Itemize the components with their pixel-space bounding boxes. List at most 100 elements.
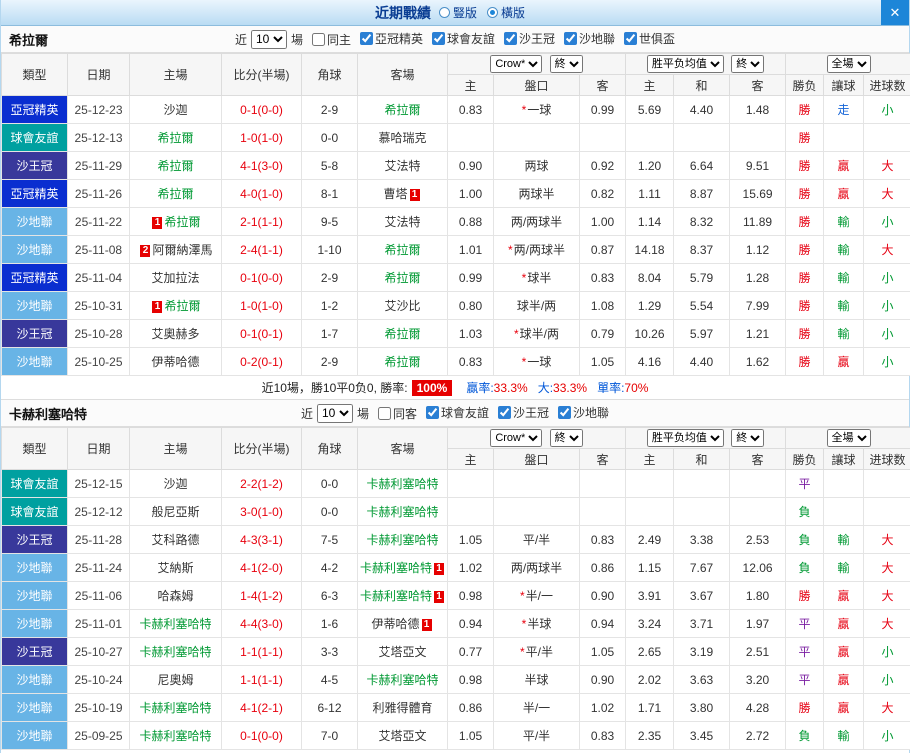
asia-period-select[interactable]: 終 xyxy=(550,55,583,73)
window-title: 近期戰績 xyxy=(375,3,431,23)
league-label: 球會友誼 xyxy=(441,404,489,421)
away-gives-star: * xyxy=(514,327,519,341)
league-type-badge: 沙地聯 xyxy=(2,610,68,638)
eu-away-odds xyxy=(730,498,786,526)
result-handicap: 輸 xyxy=(824,264,864,292)
result-overunder: 大 xyxy=(864,152,910,180)
league-filter-沙地聯[interactable]: 沙地聯 xyxy=(555,30,615,47)
league-filter-沙王冠[interactable]: 沙王冠 xyxy=(495,30,555,47)
same-venue-checkbox[interactable] xyxy=(378,407,391,420)
team-name: 希拉爾 xyxy=(164,215,200,229)
result-wdl: 勝 xyxy=(786,264,824,292)
home-team: 伊蒂哈德 xyxy=(130,348,222,376)
score: 2-2(1-2) xyxy=(222,470,302,498)
away-gives-star: * xyxy=(522,103,527,117)
eu-home-odds: 8.04 xyxy=(626,264,674,292)
team-name: 希拉爾 xyxy=(384,243,420,257)
league-checkbox[interactable] xyxy=(360,32,373,45)
team-name: 希拉爾 xyxy=(157,159,193,173)
eu-away-odds: 1.62 xyxy=(730,348,786,376)
team-name: 希拉爾 xyxy=(384,327,420,341)
league-filter-沙地聯[interactable]: 沙地聯 xyxy=(549,404,609,421)
ah-home-odds: 1.01 xyxy=(448,236,494,264)
league-filter-沙王冠[interactable]: 沙王冠 xyxy=(489,404,549,421)
ah-away-odds: 0.92 xyxy=(580,152,626,180)
league-checkbox[interactable] xyxy=(624,32,637,45)
team-name: 利雅得體育 xyxy=(372,701,432,715)
asia-period-select[interactable]: 終 xyxy=(550,429,583,447)
same-venue-filter-team2[interactable]: 同客 xyxy=(369,405,417,422)
games-label: 場 xyxy=(357,405,369,422)
rounds-select-team2[interactable]: 10 xyxy=(317,404,353,423)
ah-away-odds: 0.79 xyxy=(580,320,626,348)
radio-icon xyxy=(487,7,498,18)
euro-avg-select[interactable]: 胜平负均值 xyxy=(647,55,724,73)
league-filter-球會友誼[interactable]: 球會友誼 xyxy=(417,404,489,421)
league-filter-球會友誼[interactable]: 球會友誼 xyxy=(423,30,495,47)
ah-handicap: *半/一 xyxy=(494,582,580,610)
result-overunder: 小 xyxy=(864,264,910,292)
scope-select[interactable]: 全場 xyxy=(827,429,871,447)
corners: 2-9 xyxy=(302,348,358,376)
league-label: 亞冠精英 xyxy=(375,30,423,47)
league-checkbox[interactable] xyxy=(504,32,517,45)
away-gives-star: * xyxy=(522,271,527,285)
ah-home-odds: 0.94 xyxy=(448,610,494,638)
match-date: 25-10-19 xyxy=(68,694,130,722)
league-filter-世俱盃[interactable]: 世俱盃 xyxy=(615,30,675,47)
league-checkbox[interactable] xyxy=(426,406,439,419)
close-icon[interactable]: ✕ xyxy=(881,0,909,25)
match-date: 25-10-31 xyxy=(68,292,130,320)
result-overunder: 小 xyxy=(864,722,910,750)
home-team: 卡赫利塞哈特 xyxy=(130,694,222,722)
eu-draw-odds: 3.67 xyxy=(674,582,730,610)
league-type-badge: 沙地聯 xyxy=(2,236,68,264)
view-radio-horizontal[interactable]: 橫版 xyxy=(487,4,525,21)
euro-avg-select[interactable]: 胜平负均值 xyxy=(647,429,724,447)
team2-name: 卡赫利塞哈特 xyxy=(9,404,87,423)
league-type-badge: 沙地聯 xyxy=(2,348,68,376)
league-checkbox[interactable] xyxy=(498,406,511,419)
asia-odds-group: Crow* 終 xyxy=(448,428,626,449)
bookmaker-select[interactable]: Crow* xyxy=(490,429,542,447)
euro-period-select[interactable]: 終 xyxy=(731,55,764,73)
match-date: 25-11-28 xyxy=(68,526,130,554)
eu-draw-odds: 3.63 xyxy=(674,666,730,694)
result-handicap: 輸 xyxy=(824,722,864,750)
result-group: 全場 xyxy=(786,54,910,75)
col-eu-draw: 和 xyxy=(674,449,730,470)
col-type: 類型 xyxy=(2,54,68,96)
away-team: 希拉爾 xyxy=(358,320,448,348)
same-venue-checkbox[interactable] xyxy=(312,33,325,46)
result-handicap: 輸 xyxy=(824,320,864,348)
eu-home-odds: 14.18 xyxy=(626,236,674,264)
team-name: 艾塔亞文 xyxy=(378,729,426,743)
result-wdl: 勝 xyxy=(786,320,824,348)
league-checkbox[interactable] xyxy=(432,32,445,45)
ah-home-odds: 1.05 xyxy=(448,526,494,554)
same-venue-filter-team1[interactable]: 同主 xyxy=(303,31,351,48)
col-overunder: 进球数 xyxy=(864,75,910,96)
score: 1-0(1-0) xyxy=(222,292,302,320)
match-row: 沙地聯25-10-24尼奧姆1-1(1-1)4-5卡赫利塞哈特0.98半球0.9… xyxy=(2,666,910,694)
rounds-select-team1[interactable]: 10 xyxy=(251,30,287,49)
result-handicap: 贏 xyxy=(824,152,864,180)
eu-away-odds: 1.80 xyxy=(730,582,786,610)
euro-period-select[interactable]: 終 xyxy=(731,429,764,447)
league-checkbox[interactable] xyxy=(564,32,577,45)
home-team: 卡赫利塞哈特 xyxy=(130,610,222,638)
view-radio-vertical[interactable]: 豎版 xyxy=(439,4,477,21)
scope-select[interactable]: 全場 xyxy=(827,55,871,73)
result-overunder: 小 xyxy=(864,320,910,348)
result-wdl: 負 xyxy=(786,554,824,582)
away-team: 卡赫利塞哈特 xyxy=(358,666,448,694)
league-type-badge: 沙地聯 xyxy=(2,666,68,694)
league-filter-亞冠精英[interactable]: 亞冠精英 xyxy=(351,30,423,47)
over-rate-value: 33.3% xyxy=(553,381,587,395)
bookmaker-select[interactable]: Crow* xyxy=(490,55,542,73)
score: 1-0(1-0) xyxy=(222,124,302,152)
team-name: 希拉爾 xyxy=(157,131,193,145)
corners: 0-0 xyxy=(302,470,358,498)
league-label: 世俱盃 xyxy=(639,30,675,47)
league-checkbox[interactable] xyxy=(558,406,571,419)
